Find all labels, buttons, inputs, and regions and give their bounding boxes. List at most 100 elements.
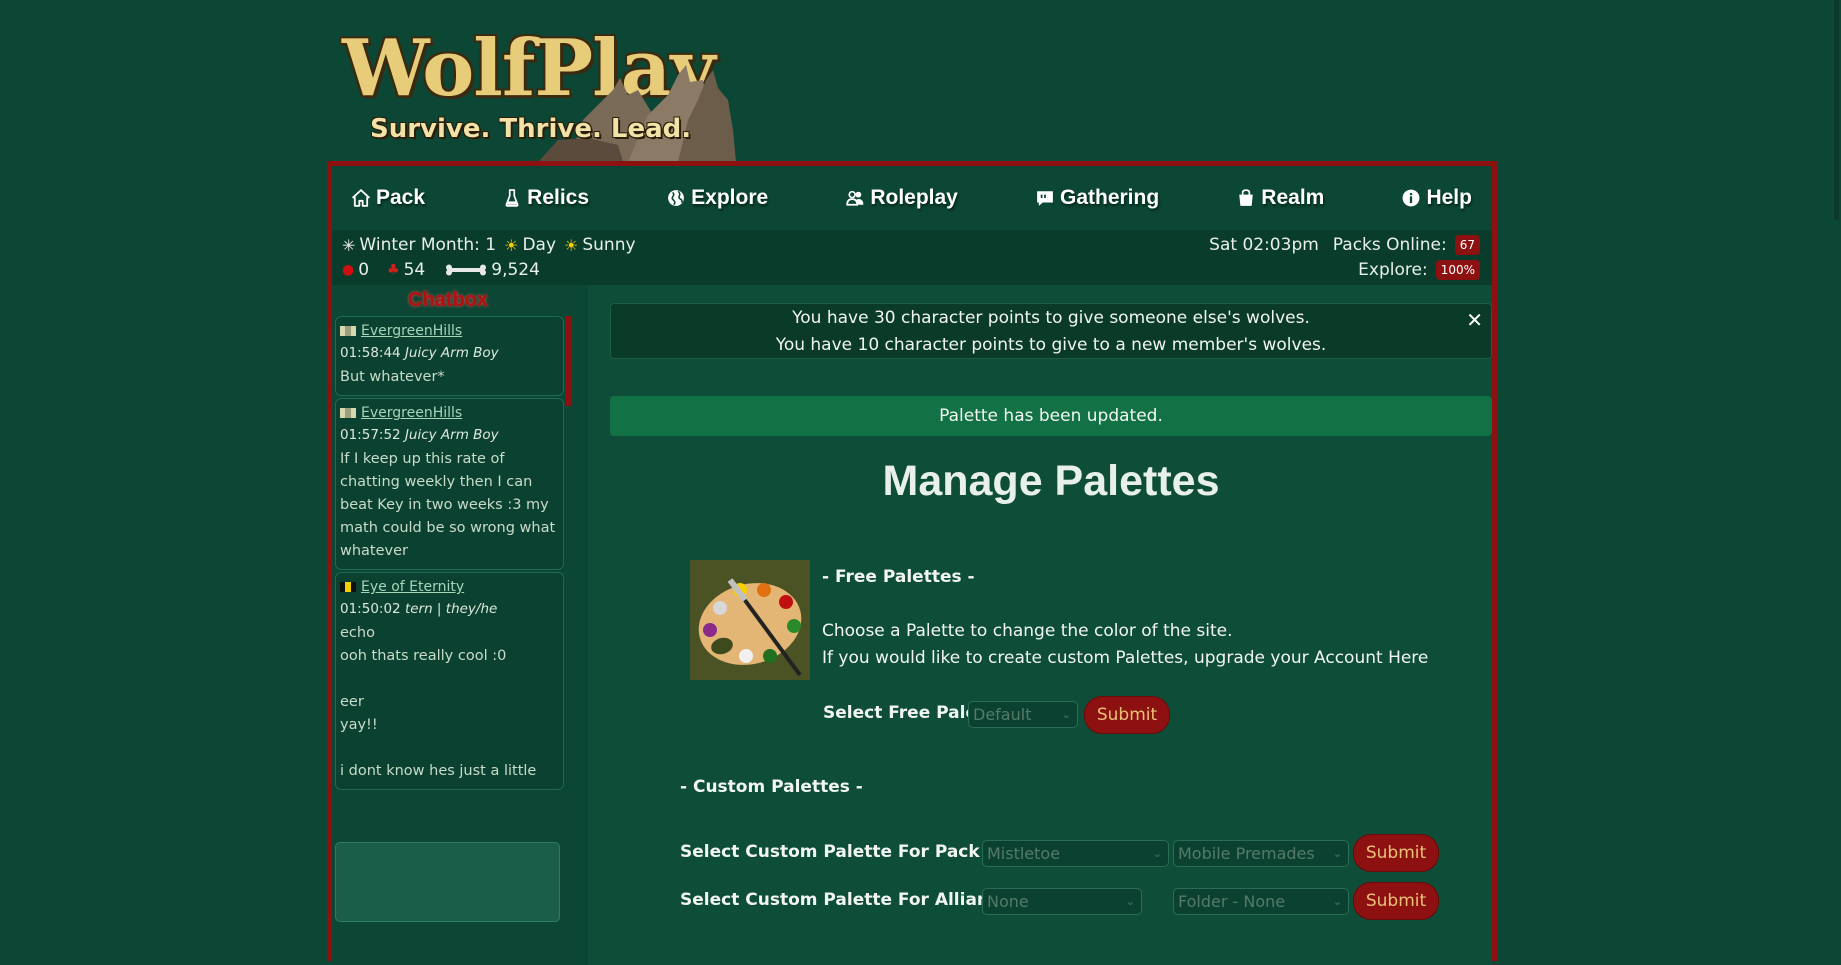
chat-character: tern | they/he — [404, 601, 498, 617]
pack-palette-select[interactable]: Mistletoe ⌄ — [982, 840, 1169, 867]
chat-input[interactable] — [335, 842, 560, 922]
alliance-palette-label: Select Custom Palette For Alliance — [680, 890, 1011, 910]
free-palette-value: Default — [973, 705, 1032, 724]
nav-realm-label: Realm — [1261, 186, 1325, 209]
explore-label: Explore: — [1358, 260, 1428, 280]
main-content: You have 30 character points to give som… — [588, 285, 1492, 965]
info-icon — [1403, 189, 1420, 207]
chat-scrollbar[interactable] — [565, 316, 572, 406]
pack-folder-select[interactable]: Mobile Premades ⌄ — [1173, 840, 1349, 867]
page-scrollbar[interactable] — [1834, 0, 1839, 220]
packs-online-label: Packs Online: — [1332, 235, 1447, 255]
bones-count: 9,524 — [491, 260, 540, 280]
chat-message: EvergreenHills 01:58:44 Juicy Arm Boy Bu… — [335, 316, 564, 396]
nav-gathering[interactable]: Gathering — [1036, 186, 1159, 210]
nav-explore-label: Explore — [691, 186, 769, 209]
nav-help[interactable]: Help — [1402, 186, 1472, 210]
chat-text: echo ooh thats really cool :0 eer yay!! … — [340, 625, 537, 779]
chevron-down-icon: ⌄ — [1332, 847, 1342, 860]
bone-icon — [446, 264, 487, 276]
nav-explore[interactable]: Explore — [667, 186, 768, 210]
season-status: ✳ Winter Month: 1 ☀ Day ☀ Sunny — [342, 235, 636, 255]
free-palettes-heading: - Free Palettes - — [822, 567, 975, 587]
mushroom-icon: ♣ — [387, 262, 400, 278]
alliance-palette-select[interactable]: None ⌄ — [982, 888, 1142, 915]
free-palette-select[interactable]: Default ⌄ — [968, 701, 1078, 728]
wolves-illustration — [538, 65, 736, 162]
chat-quote-icon — [1037, 191, 1053, 206]
season-text: Winter Month: 1 — [359, 235, 497, 255]
mushrooms-count: 54 — [403, 260, 426, 280]
clock-text: Sat 02:03pm — [1209, 235, 1319, 255]
free-palettes-desc-2[interactable]: If you would like to create custom Palet… — [822, 648, 1428, 668]
nav-realm[interactable]: Realm — [1237, 186, 1324, 210]
chat-text: But whatever* — [340, 369, 445, 385]
user-flag-icon — [340, 408, 356, 418]
nav-roleplay-label: Roleplay — [870, 186, 958, 209]
chat-message-list[interactable]: EvergreenHills 01:58:44 Juicy Arm Boy Bu… — [335, 316, 564, 796]
explore-badge: 100% — [1435, 260, 1480, 280]
user-flag-icon — [340, 582, 356, 592]
nav-pack[interactable]: Pack — [352, 186, 425, 210]
apple-icon: ● — [342, 262, 355, 278]
chat-text: If I keep up this rate of chatting weekl… — [340, 451, 560, 559]
site-logo[interactable]: WolfPlay Survive. Thrive. Lead. — [338, 30, 758, 162]
chat-time: 01:57:52 — [340, 427, 401, 443]
chat-character: Juicy Arm Boy — [404, 345, 499, 361]
time-of-day-text: Day — [522, 235, 557, 255]
pack-palette-submit-button[interactable]: Submit — [1353, 834, 1439, 872]
free-palette-submit-button[interactable]: Submit — [1084, 696, 1170, 734]
page-title: Manage Palettes — [882, 457, 1220, 505]
nav-help-label: Help — [1426, 186, 1472, 209]
flask-icon — [505, 189, 519, 207]
packs-online-badge: 67 — [1454, 235, 1480, 255]
nav-relics-label: Relics — [527, 186, 590, 209]
chat-message: EvergreenHills 01:57:52 Juicy Arm Boy If… — [335, 398, 564, 570]
pack-palette-label: Select Custom Palette For Pack — [680, 842, 980, 862]
chatbox-title: Chatbox — [408, 289, 488, 311]
bag-icon — [1239, 189, 1254, 206]
weather-sun-icon: ☀ — [564, 235, 579, 255]
alliance-palette-value: None — [987, 892, 1029, 911]
chat-username[interactable]: EvergreenHills — [361, 323, 462, 339]
chat-time: 01:50:02 — [340, 601, 401, 617]
nav-gathering-label: Gathering — [1059, 186, 1160, 209]
status-bar: ✳ Winter Month: 1 ☀ Day ☀ Sunny Sat 02:0… — [332, 230, 1492, 285]
main-frame: Pack Relics Explore Roleplay Gathering R… — [327, 161, 1497, 965]
people-icon — [846, 190, 864, 206]
chat-character: Juicy Arm Boy — [404, 427, 499, 443]
clock-status: Sat 02:03pm Packs Online: 67 — [1209, 235, 1480, 255]
chat-username[interactable]: EvergreenHills — [361, 405, 462, 421]
points-notice: You have 30 character points to give som… — [610, 303, 1492, 359]
weather-text: Sunny — [582, 235, 636, 255]
snowflake-icon: ✳ — [342, 235, 356, 255]
pack-folder-value: Mobile Premades — [1178, 844, 1315, 863]
nav-roleplay[interactable]: Roleplay — [846, 186, 958, 210]
chevron-down-icon: ⌄ — [1125, 895, 1135, 908]
nav-pack-label: Pack — [376, 186, 426, 209]
house-icon — [352, 189, 370, 207]
nav-relics[interactable]: Relics — [503, 186, 589, 210]
apples-count: 0 — [358, 260, 370, 280]
alliance-folder-select[interactable]: Folder - None ⌄ — [1173, 888, 1349, 915]
alliance-folder-value: Folder - None — [1178, 892, 1286, 911]
main-nav: Pack Relics Explore Roleplay Gathering R… — [332, 166, 1492, 230]
sun-icon: ☀ — [504, 235, 519, 255]
logo-tagline: Survive. Thrive. Lead. — [370, 114, 692, 144]
chat-message: Eye of Eternity 01:50:02 tern | they/he … — [335, 572, 564, 790]
resources-status: ● 0 ♣ 54 9,524 — [342, 260, 540, 280]
notice-line-1: You have 30 character points to give som… — [792, 308, 1310, 328]
close-icon[interactable]: ✕ — [1466, 307, 1483, 334]
user-flag-icon — [340, 326, 356, 336]
globe-icon — [668, 190, 685, 206]
custom-palettes-heading: - Custom Palettes - — [680, 777, 863, 797]
success-alert: Palette has been updated. — [610, 396, 1492, 436]
explore-status: Explore: 100% — [1358, 260, 1480, 280]
notice-line-2: You have 10 character points to give to … — [775, 335, 1327, 355]
pack-palette-value: Mistletoe — [987, 844, 1061, 863]
chat-username[interactable]: Eye of Eternity — [361, 579, 464, 595]
chevron-down-icon: ⌄ — [1152, 847, 1162, 860]
alliance-palette-submit-button[interactable]: Submit — [1353, 882, 1439, 920]
free-palettes-desc-1: Choose a Palette to change the color of … — [822, 621, 1233, 641]
chevron-down-icon: ⌄ — [1061, 708, 1071, 721]
